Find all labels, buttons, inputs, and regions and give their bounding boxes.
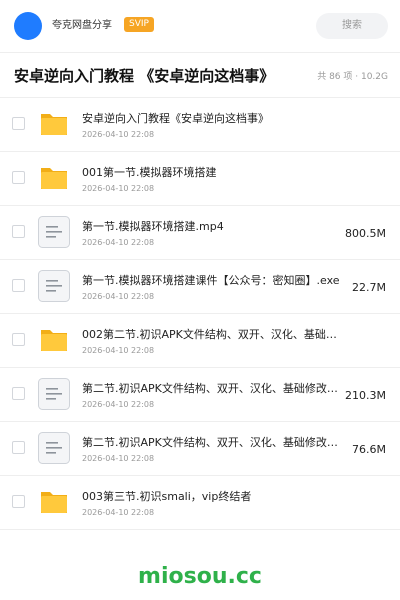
watermark-text: miosou.cc <box>138 564 262 589</box>
file-row[interactable]: 第一节.模拟器环境搭建.mp4 2026-04-10 22:08 800.5M <box>0 206 400 260</box>
file-date: 2026-04-10 22:08 <box>82 292 155 301</box>
file-name: 001第一节.模拟器环境搭建 <box>82 166 217 179</box>
file-name: 002第二节.初识APK文件结构、双开、汉化、基础… <box>82 328 337 341</box>
item-summary: 共 86 项 · 10.2G <box>317 72 388 82</box>
file-name: 第一节.模拟器环境搭建课件【公众号：密知圈】.exe <box>82 274 340 287</box>
file-date: 2026-04-10 22:08 <box>82 346 155 355</box>
row-checkbox[interactable] <box>12 171 25 184</box>
file-icon <box>38 270 70 302</box>
file-date: 2026-04-10 22:08 <box>82 238 155 247</box>
file-name: 003第三节.初识smali，vip终结者 <box>82 490 252 503</box>
file-row[interactable]: 002第二节.初识APK文件结构、双开、汉化、基础… 2026-04-10 22:… <box>0 314 400 368</box>
folder-icon <box>38 162 70 194</box>
row-checkbox[interactable] <box>12 441 25 454</box>
file-date: 2026-04-10 22:08 <box>82 400 155 409</box>
row-checkbox[interactable] <box>12 279 25 292</box>
file-row[interactable]: 003第三节.初识smali，vip终结者 2026-04-10 22:08 <box>0 476 400 530</box>
search-button[interactable]: 搜索 <box>316 13 388 39</box>
header-divider <box>0 52 400 53</box>
file-date: 2026-04-10 22:08 <box>82 184 155 193</box>
file-date: 2026-04-10 22:08 <box>82 130 155 139</box>
file-size: 210.3M <box>345 389 386 402</box>
row-checkbox[interactable] <box>12 117 25 130</box>
page-title: 安卓逆向入门教程 《安卓逆向这档事》 <box>14 67 275 85</box>
file-row[interactable]: 第二节.初识APK文件结构、双开、汉化、基础修改.… 2026-04-10 22:… <box>0 368 400 422</box>
folder-icon <box>38 486 70 518</box>
row-checkbox[interactable] <box>12 495 25 508</box>
file-date: 2026-04-10 22:08 <box>82 454 155 463</box>
app-name: 夸克网盘分享 <box>52 20 112 31</box>
file-name: 第二节.初识APK文件结构、双开、汉化、基础修改课… <box>82 436 340 449</box>
row-checkbox[interactable] <box>12 387 25 400</box>
file-row[interactable]: 第二节.初识APK文件结构、双开、汉化、基础修改课… 2026-04-10 22:… <box>0 422 400 476</box>
file-list: 安卓逆向入门教程《安卓逆向这档事》 2026-04-10 22:08 001第一节.… <box>0 98 400 530</box>
folder-icon <box>38 108 70 140</box>
header: 夸克网盘分享 SVIP 搜索 <box>0 0 400 52</box>
avatar[interactable] <box>14 12 42 40</box>
file-icon <box>38 216 70 248</box>
file-row[interactable]: 安卓逆向入门教程《安卓逆向这档事》 2026-04-10 22:08 <box>0 98 400 152</box>
file-row[interactable]: 001第一节.模拟器环境搭建 2026-04-10 22:08 <box>0 152 400 206</box>
file-date: 2026-04-10 22:08 <box>82 508 155 517</box>
row-checkbox[interactable] <box>12 333 25 346</box>
file-size: 76.6M <box>352 443 386 456</box>
title-row: 安卓逆向入门教程 《安卓逆向这档事》 共 86 项 · 10.2G <box>0 58 400 96</box>
file-name: 第一节.模拟器环境搭建.mp4 <box>82 220 224 233</box>
svip-badge: SVIP <box>124 17 154 32</box>
file-icon <box>38 378 70 410</box>
file-size: 22.7M <box>352 281 386 294</box>
file-name: 安卓逆向入门教程《安卓逆向这档事》 <box>82 112 269 125</box>
file-row[interactable]: 第一节.模拟器环境搭建课件【公众号：密知圈】.exe 2026-04-10 22:… <box>0 260 400 314</box>
row-checkbox[interactable] <box>12 225 25 238</box>
file-icon <box>38 432 70 464</box>
folder-icon <box>38 324 70 356</box>
file-size: 800.5M <box>345 227 386 240</box>
file-name: 第二节.初识APK文件结构、双开、汉化、基础修改.… <box>82 382 340 395</box>
